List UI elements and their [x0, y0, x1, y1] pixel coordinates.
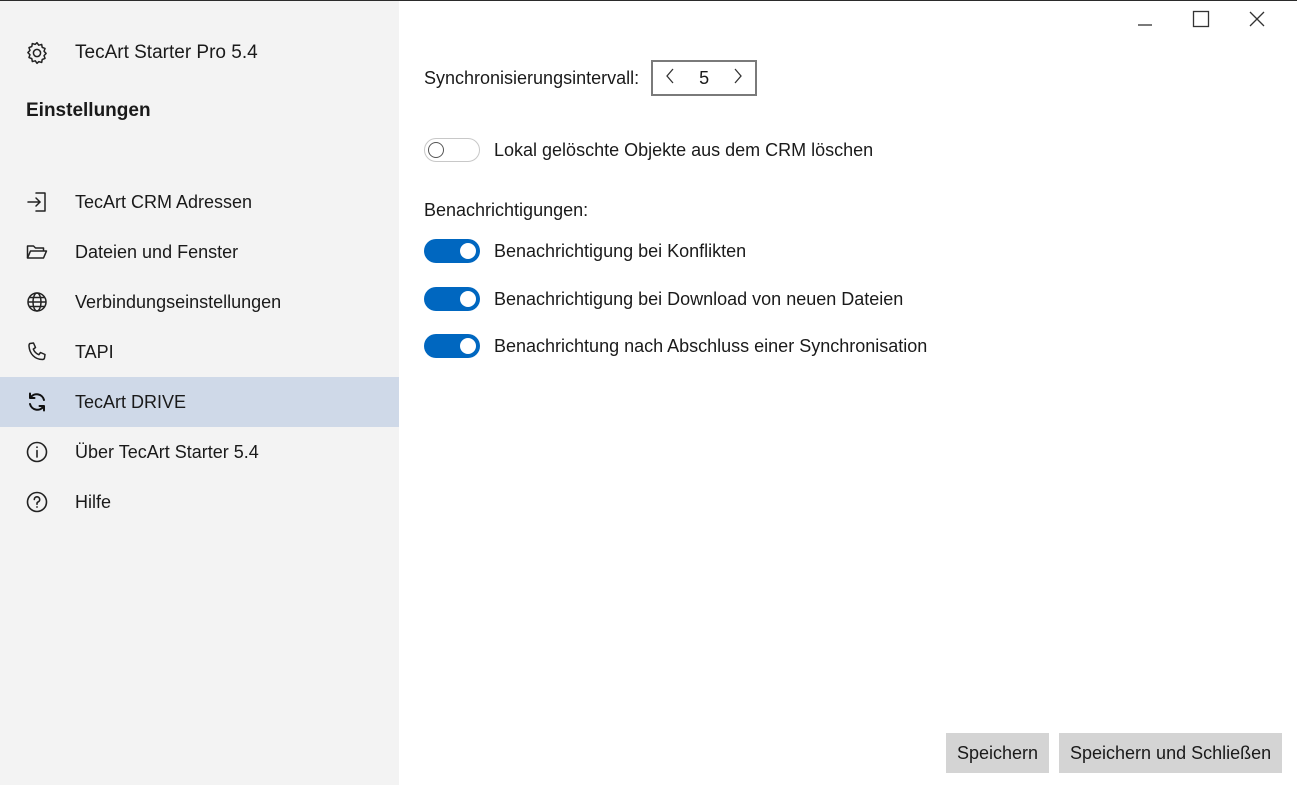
sidebar: TecArt Starter Pro 5.4 Einstellungen Tec… — [0, 1, 399, 785]
decrement-button[interactable] — [661, 67, 679, 89]
notify-conflicts-toggle[interactable] — [424, 239, 480, 263]
gear-icon — [24, 40, 50, 66]
maximize-icon — [1192, 10, 1210, 33]
sidebar-item-tecart-crm-adressen[interactable]: TecArt CRM Adressen — [0, 177, 399, 227]
sidebar-item-label: Über TecArt Starter 5.4 — [75, 441, 259, 462]
increment-button[interactable] — [729, 67, 747, 89]
sidebar-item-label: Dateien und Fenster — [75, 241, 239, 262]
sync-interval-value[interactable]: 5 — [699, 68, 709, 89]
app-header: TecArt Starter Pro 5.4 — [0, 29, 399, 77]
app-title: TecArt Starter Pro 5.4 — [75, 42, 258, 63]
sidebar-item-label: TecArt CRM Adressen — [75, 191, 253, 212]
notifications-heading: Benachrichtigungen: — [424, 200, 589, 220]
chevron-right-icon — [733, 68, 743, 89]
folder-open-icon — [24, 239, 50, 265]
notification-row-downloads: Benachrichtigung bei Download von neuen … — [424, 287, 903, 311]
help-icon — [24, 489, 50, 515]
notify-sync-complete-label: Benachrichtung nach Abschluss einer Sync… — [494, 335, 928, 356]
save-button[interactable]: Speichern — [946, 733, 1050, 773]
save-close-button[interactable]: Speichern und Schließen — [1059, 733, 1283, 773]
sidebar-item-dateien-und-fenster[interactable]: Dateien und Fenster — [0, 227, 399, 277]
toggle-knob — [460, 243, 476, 259]
window-controls — [1117, 7, 1285, 35]
main-panel: Synchronisierungsintervall: 5 Lokal gelö… — [399, 1, 1297, 785]
notify-downloads-toggle[interactable] — [424, 287, 480, 311]
chevron-left-icon — [665, 68, 675, 89]
settings-window: TecArt Starter Pro 5.4 Einstellungen Tec… — [0, 0, 1297, 785]
sidebar-item-verbindungseinstellungen[interactable]: Verbindungseinstellungen — [0, 277, 399, 327]
sidebar-item-ueber-tecart-starter[interactable]: Über TecArt Starter 5.4 — [0, 427, 399, 477]
sidebar-nav: TecArt CRM Adressen Dateien und Fenster — [0, 177, 399, 527]
sync-interval-row: Synchronisierungsintervall: 5 — [424, 60, 758, 96]
sidebar-item-label: TecArt DRIVE — [75, 391, 187, 412]
toggle-knob — [460, 338, 476, 354]
sign-in-icon — [24, 189, 50, 215]
notification-row-conflicts: Benachrichtigung bei Konflikten — [424, 239, 746, 263]
sidebar-item-tecart-drive[interactable]: TecArt DRIVE — [0, 377, 399, 427]
sidebar-item-label: Verbindungseinstellungen — [75, 291, 282, 312]
minimize-button[interactable] — [1117, 7, 1173, 35]
notification-row-sync-complete: Benachrichtung nach Abschluss einer Sync… — [424, 334, 927, 358]
section-title: Einstellungen — [26, 100, 151, 121]
notify-conflicts-label: Benachrichtigung bei Konflikten — [494, 240, 747, 261]
notify-sync-complete-toggle[interactable] — [424, 334, 480, 358]
close-icon — [1248, 10, 1266, 33]
sync-interval-stepper[interactable]: 5 — [651, 60, 758, 96]
sidebar-item-label: TAPI — [75, 341, 114, 362]
sidebar-item-hilfe[interactable]: Hilfe — [0, 477, 399, 527]
phone-icon — [24, 339, 50, 365]
minimize-icon — [1136, 10, 1154, 33]
sync-icon — [24, 389, 50, 415]
maximize-button[interactable] — [1173, 7, 1229, 35]
globe-icon — [24, 289, 50, 315]
sync-interval-label: Synchronisierungsintervall: — [424, 67, 640, 88]
delete-local-row: Lokal gelöschte Objekte aus dem CRM lösc… — [424, 138, 873, 162]
close-button[interactable] — [1229, 7, 1285, 35]
info-icon — [24, 439, 50, 465]
delete-local-toggle[interactable] — [424, 138, 480, 162]
toggle-knob — [460, 291, 476, 307]
toggle-knob — [428, 142, 444, 158]
sidebar-item-label: Hilfe — [75, 491, 112, 512]
notify-downloads-label: Benachrichtigung bei Download von neuen … — [494, 288, 904, 309]
delete-local-label: Lokal gelöschte Objekte aus dem CRM lösc… — [494, 139, 874, 160]
sidebar-item-tapi[interactable]: TAPI — [0, 327, 399, 377]
